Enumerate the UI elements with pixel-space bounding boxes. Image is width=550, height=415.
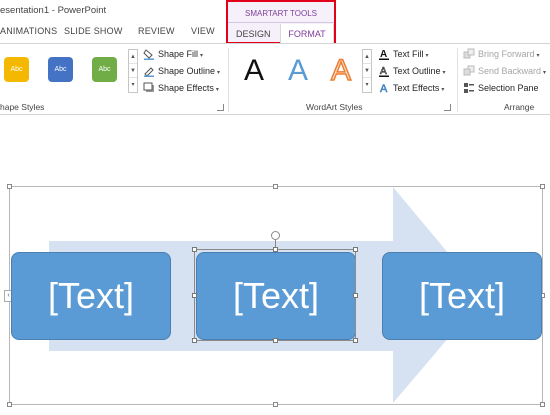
selection-pane-button[interactable]: Selection Pane bbox=[463, 81, 539, 95]
selection-pane-icon bbox=[464, 82, 474, 93]
smartart-node-1[interactable]: [Text] bbox=[11, 252, 171, 340]
shape-effects-button[interactable]: Shape Effects ▾ bbox=[143, 81, 219, 95]
frame-handle[interactable] bbox=[540, 402, 545, 407]
ribbon: Abc Abc Abc ▲ ▼ ▾ Shape Fill ▾ Shape Outl… bbox=[0, 43, 550, 115]
svg-text:A: A bbox=[380, 83, 388, 94]
frame-handle[interactable] bbox=[273, 184, 278, 189]
caret-down-icon: ▾ bbox=[536, 53, 540, 59]
gallery-down-icon[interactable]: ▼ bbox=[363, 64, 371, 78]
text-outline-button[interactable]: A Text Outline ▾ bbox=[378, 64, 446, 78]
resize-handle[interactable] bbox=[192, 247, 197, 252]
wordart-style-blue[interactable]: A bbox=[288, 54, 308, 88]
smartart-node-3[interactable]: [Text] bbox=[382, 252, 542, 340]
rotate-handle-icon[interactable] bbox=[271, 231, 280, 240]
text-effects-icon: A bbox=[380, 82, 389, 94]
tab-view[interactable]: VIEW bbox=[191, 26, 215, 36]
frame-handle[interactable] bbox=[273, 402, 278, 407]
selection-pane-label: Selection Pane bbox=[478, 83, 539, 93]
wordart-style-black[interactable]: A bbox=[244, 54, 264, 88]
resize-handle[interactable] bbox=[353, 293, 358, 298]
shape-styles-gallery-scroll[interactable]: ▲ ▼ ▾ bbox=[128, 49, 138, 93]
smartart-tools-tab-group: SMARTART TOOLS DESIGN FORMAT bbox=[226, 0, 336, 44]
wordart-styles-launcher-icon[interactable] bbox=[444, 104, 451, 111]
pencil-icon bbox=[144, 66, 154, 77]
group-divider bbox=[457, 48, 458, 112]
text-outline-label: Text Outline bbox=[393, 66, 441, 76]
bring-forward-icon bbox=[463, 48, 475, 59]
shape-fill-button[interactable]: Shape Fill ▾ bbox=[143, 47, 203, 61]
tab-slide-show[interactable]: SLIDE SHOW bbox=[64, 26, 123, 36]
gallery-up-icon[interactable]: ▲ bbox=[129, 50, 137, 64]
shape-outline-label: Shape Outline bbox=[158, 66, 216, 76]
selected-node-frame bbox=[194, 249, 356, 341]
resize-handle[interactable] bbox=[192, 338, 197, 343]
tab-animations[interactable]: ANIMATIONS bbox=[0, 26, 57, 36]
caret-down-icon: ▾ bbox=[200, 53, 204, 59]
shape-style-swatch-orange[interactable]: Abc bbox=[4, 57, 29, 82]
resize-handle[interactable] bbox=[353, 247, 358, 252]
resize-handle[interactable] bbox=[192, 293, 197, 298]
tab-format[interactable]: FORMAT bbox=[280, 24, 334, 44]
resize-handle[interactable] bbox=[273, 338, 278, 343]
send-backward-label: Send Backward bbox=[478, 66, 542, 76]
gallery-more-icon[interactable]: ▾ bbox=[363, 78, 371, 92]
wordart-styles-group-label: WordArt Styles bbox=[306, 102, 363, 112]
caret-down-icon: ▾ bbox=[441, 87, 445, 93]
wordart-gallery-scroll[interactable]: ▲ ▼ ▾ bbox=[362, 49, 372, 93]
tab-review[interactable]: REVIEW bbox=[138, 26, 175, 36]
smartart-tools-divider bbox=[228, 22, 334, 23]
resize-handle[interactable] bbox=[273, 247, 278, 252]
svg-text:A: A bbox=[380, 49, 387, 60]
shape-effects-icon bbox=[143, 82, 154, 92]
shape-outline-button[interactable]: Shape Outline ▾ bbox=[143, 64, 220, 78]
caret-down-icon: ▾ bbox=[442, 70, 446, 76]
bring-forward-label: Bring Forward bbox=[478, 49, 535, 59]
shape-fill-label: Shape Fill bbox=[158, 49, 199, 59]
send-backward-button[interactable]: Send Backward ▾ bbox=[463, 64, 546, 78]
caret-down-icon: ▾ bbox=[425, 53, 429, 59]
caret-down-icon: ▾ bbox=[217, 70, 221, 76]
shape-effects-label: Shape Effects bbox=[158, 83, 214, 93]
window-title: esentation1 - PowerPoint bbox=[0, 5, 107, 16]
send-backward-icon bbox=[463, 65, 475, 76]
wordart-style-orange-outline[interactable]: A bbox=[330, 53, 352, 88]
svg-text:A: A bbox=[380, 66, 387, 77]
text-effects-button[interactable]: A Text Effects ▾ bbox=[378, 81, 445, 95]
gallery-up-icon[interactable]: ▲ bbox=[363, 50, 371, 64]
resize-handle[interactable] bbox=[353, 338, 358, 343]
tab-design[interactable]: DESIGN bbox=[236, 29, 271, 39]
bring-forward-button[interactable]: Bring Forward ▾ bbox=[463, 47, 540, 61]
shape-style-swatch-blue[interactable]: Abc bbox=[48, 57, 73, 82]
text-outline-icon: A bbox=[379, 65, 389, 77]
shape-styles-launcher-icon[interactable] bbox=[217, 104, 224, 111]
frame-handle[interactable] bbox=[540, 184, 545, 189]
frame-handle[interactable] bbox=[7, 402, 12, 407]
shape-style-swatch-green[interactable]: Abc bbox=[92, 57, 117, 82]
text-fill-button[interactable]: A Text Fill ▾ bbox=[378, 47, 429, 61]
smartart-tools-label: SMARTART TOOLS bbox=[244, 9, 318, 18]
gallery-down-icon[interactable]: ▼ bbox=[129, 64, 137, 78]
group-divider bbox=[228, 48, 229, 112]
text-fill-icon: A bbox=[379, 49, 389, 60]
frame-handle[interactable] bbox=[7, 184, 12, 189]
gallery-more-icon[interactable]: ▾ bbox=[129, 78, 137, 92]
shape-styles-group-label: hape Styles bbox=[0, 102, 45, 112]
arrange-group-label: Arrange bbox=[504, 102, 535, 112]
paint-bucket-icon bbox=[143, 48, 154, 60]
caret-down-icon: ▾ bbox=[215, 87, 219, 93]
caret-down-icon: ▾ bbox=[543, 70, 547, 76]
text-fill-label: Text Fill bbox=[393, 49, 424, 59]
text-effects-label: Text Effects bbox=[393, 83, 440, 93]
